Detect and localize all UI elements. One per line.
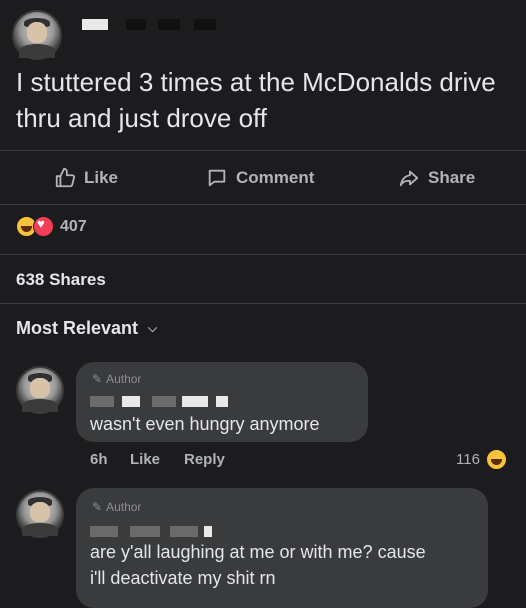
- poster-avatar[interactable]: [12, 10, 62, 60]
- commenter-avatar[interactable]: [16, 490, 64, 538]
- divider-reactions: [0, 254, 526, 255]
- author-badge: ✎ Author: [92, 372, 141, 386]
- haha-icon: [485, 449, 507, 470]
- divider-shares: [0, 303, 526, 304]
- comment-timestamp: 6h: [90, 451, 108, 468]
- divider-top: [0, 150, 526, 151]
- comment-button[interactable]: Comment: [206, 166, 314, 190]
- like-button[interactable]: Like: [54, 166, 118, 190]
- share-arrow-icon: [399, 170, 419, 187]
- reaction-count: 407: [60, 217, 87, 235]
- comment-text-line-2: i'll deactivate my shit rn: [90, 568, 276, 588]
- comment-bubble[interactable]: ✎ Author wasn't even hungry anymore: [76, 362, 368, 442]
- thumbs-up-icon: [55, 167, 76, 188]
- commenter-avatar[interactable]: [16, 366, 64, 414]
- poster-name-redacted[interactable]: [82, 19, 222, 33]
- comment-text: wasn't even hungry anymore: [90, 414, 320, 434]
- comment-icon: [208, 169, 226, 187]
- avatar-body: [22, 398, 58, 412]
- post-text: I stuttered 3 times at the McDonalds dri…: [16, 67, 496, 133]
- comment-bubble[interactable]: ✎ Author are y'all laughing at me or wit…: [76, 488, 488, 608]
- love-icon: [33, 216, 54, 237]
- avatar-body: [18, 44, 56, 58]
- share-label: Share: [428, 168, 476, 187]
- shares-count[interactable]: 638 Shares: [16, 270, 106, 290]
- sort-dropdown[interactable]: Most Relevant ⌵: [16, 318, 157, 339]
- avatar-face: [30, 501, 50, 522]
- share-button[interactable]: Share: [398, 166, 475, 190]
- comment-like-button[interactable]: Like: [130, 451, 160, 468]
- divider-actions: [0, 204, 526, 205]
- pencil-icon: ✎: [92, 500, 103, 514]
- comment-reply-button[interactable]: Reply: [184, 451, 225, 468]
- avatar-body: [22, 522, 58, 536]
- avatar-face: [26, 22, 48, 44]
- author-badge-label: Author: [106, 500, 142, 514]
- like-label: Like: [84, 168, 119, 187]
- comment-reaction-number: 116: [456, 451, 480, 468]
- author-badge: ✎ Author: [92, 500, 141, 514]
- author-badge-label: Author: [106, 372, 142, 386]
- chevron-down-icon: ⌵: [148, 321, 158, 335]
- comment-text-line-1: are y'all laughing at me or with me? cau…: [90, 542, 426, 562]
- sort-label: Most Relevant: [16, 318, 139, 338]
- comment-label: Comment: [236, 168, 315, 187]
- pencil-icon: ✎: [92, 372, 103, 386]
- reaction-summary[interactable]: 407: [16, 216, 87, 237]
- comment-reaction-count[interactable]: 116: [456, 449, 507, 470]
- avatar-face: [30, 377, 50, 398]
